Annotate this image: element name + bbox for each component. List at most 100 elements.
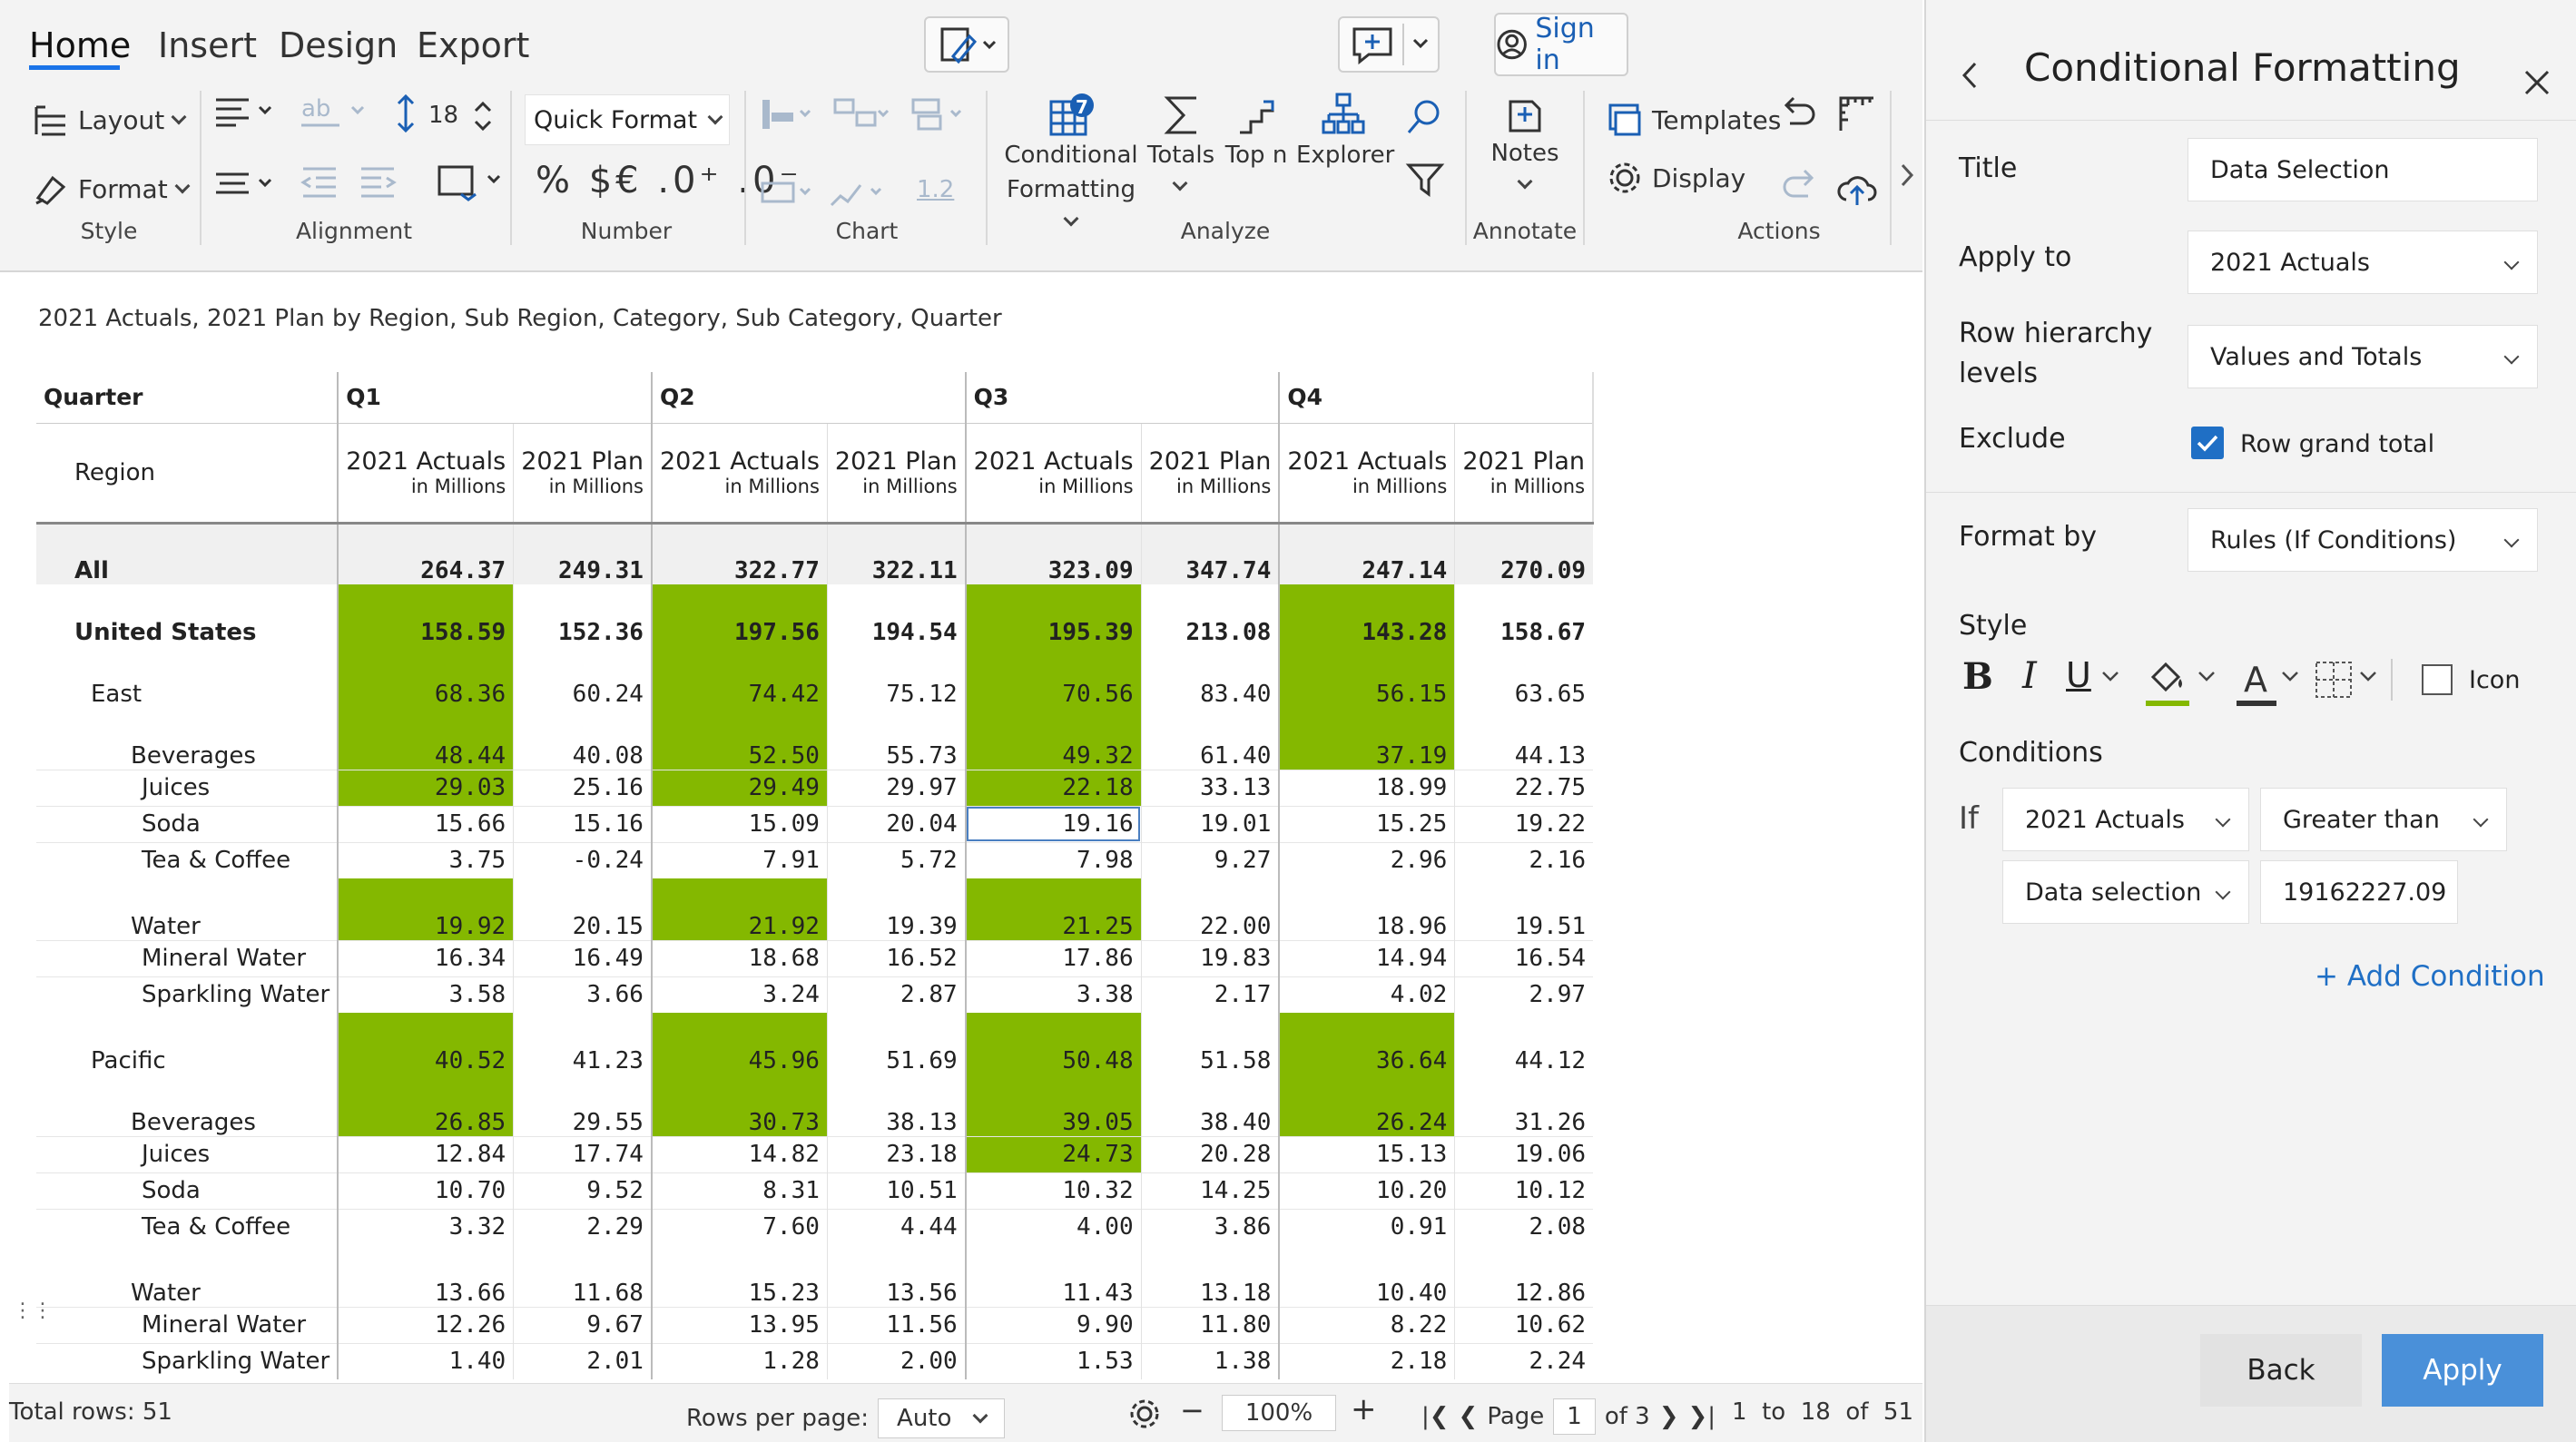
comment-button[interactable] [1338, 16, 1440, 73]
value-cell[interactable]: 39.05 [964, 1074, 1142, 1136]
search-icon[interactable] [1405, 96, 1445, 136]
value-cell[interactable]: 60.24 [513, 646, 652, 708]
row-label[interactable]: Tea & Coffee [36, 1209, 338, 1245]
zoom-out-button[interactable]: − [1180, 1393, 1204, 1427]
value-cell[interactable]: 29.97 [826, 770, 966, 806]
sparkline-icons[interactable] [759, 172, 904, 212]
value-cell[interactable]: 19.39 [826, 878, 966, 940]
value-cell[interactable]: 249.31 [513, 523, 652, 584]
exclude-checkbox[interactable] [2191, 427, 2224, 459]
value-cell[interactable]: 4.02 [1278, 976, 1455, 1013]
value-cell[interactable]: -0.24 [513, 842, 652, 878]
measure-actual-header[interactable]: 2021 Actuals in Millions [337, 423, 514, 523]
value-cell[interactable]: 152.36 [513, 584, 652, 646]
value-cell[interactable]: 1.40 [337, 1343, 514, 1379]
value-cell[interactable]: 14.82 [650, 1136, 828, 1172]
chart-type-icons[interactable] [759, 94, 977, 134]
page-input[interactable]: 1 [1553, 1398, 1596, 1435]
value-cell[interactable]: 14.94 [1278, 940, 1455, 976]
edit-mode-button[interactable] [924, 16, 1009, 73]
font-size-value[interactable]: 18 [428, 102, 458, 129]
value-cell[interactable]: 2.08 [1454, 1209, 1594, 1245]
value-cell[interactable]: 44.12 [1454, 1013, 1594, 1074]
back-arrow-icon[interactable] [1961, 60, 1981, 91]
value-cell[interactable]: 51.69 [826, 1013, 966, 1074]
ruler-icon[interactable] [1837, 94, 1877, 134]
redo-icon[interactable] [1779, 167, 1819, 207]
last-page-icon[interactable]: ❯| [1688, 1403, 1716, 1430]
row-label[interactable]: Juices [36, 1136, 338, 1172]
row-label[interactable]: Sparkling Water [36, 976, 338, 1013]
value-cell[interactable]: 16.54 [1454, 940, 1594, 976]
value-cell[interactable]: 9.27 [1140, 842, 1280, 878]
row-label[interactable]: All [36, 523, 338, 584]
value-cell[interactable]: 48.44 [337, 708, 514, 770]
wrap-text-icon[interactable]: ab [300, 94, 372, 131]
value-cell[interactable]: 31.26 [1454, 1074, 1594, 1136]
value-cell[interactable]: 37.19 [1278, 708, 1455, 770]
value-cell[interactable]: 22.75 [1454, 770, 1594, 806]
value-cell[interactable]: 323.09 [964, 523, 1142, 584]
font-size-stepper-icon[interactable] [472, 96, 494, 136]
measure-plan-header[interactable]: 2021 Plan in Millions [826, 423, 966, 523]
value-cell[interactable]: 2.97 [1454, 976, 1594, 1013]
value-cell[interactable]: 3.32 [337, 1209, 514, 1245]
row-label[interactable]: Pacific [36, 1013, 338, 1074]
value-cell[interactable]: 19.51 [1454, 878, 1594, 940]
value-cell[interactable]: 26.85 [337, 1074, 514, 1136]
drag-handle-icon[interactable]: ⋮⋮ [13, 1300, 53, 1322]
display-button[interactable]: Display [1607, 160, 1745, 196]
value-cell[interactable]: 61.40 [1140, 708, 1280, 770]
indent-icon[interactable] [358, 163, 398, 203]
value-cell[interactable]: 158.59 [337, 584, 514, 646]
value-cell[interactable]: 3.75 [337, 842, 514, 878]
row-label[interactable]: Juices [36, 770, 338, 806]
value-cell[interactable]: 2.16 [1454, 842, 1594, 878]
notes-button[interactable]: Notes [1480, 91, 1570, 209]
value-cell[interactable]: 5.72 [826, 842, 966, 878]
value-cell[interactable]: 2.18 [1278, 1343, 1455, 1379]
conditional-formatting-button[interactable]: 7 Conditional Formatting [998, 91, 1144, 227]
value-cell[interactable]: 19.06 [1454, 1136, 1594, 1172]
condition-value-input[interactable]: 19162227.09 [2260, 860, 2458, 924]
row-label[interactable]: Soda [36, 806, 338, 842]
value-cell[interactable]: 3.24 [650, 976, 828, 1013]
value-cell[interactable]: 15.66 [337, 806, 514, 842]
value-cell[interactable]: 9.90 [964, 1307, 1142, 1343]
value-cell[interactable]: 56.15 [1278, 646, 1455, 708]
first-page-icon[interactable]: |❮ [1421, 1403, 1450, 1430]
value-cell[interactable]: 19.22 [1454, 806, 1594, 842]
value-cell[interactable]: 21.25 [964, 878, 1142, 940]
back-button[interactable]: Back [2200, 1334, 2362, 1407]
value-cell[interactable]: 4.44 [826, 1209, 966, 1245]
value-cell[interactable]: 19.83 [1140, 940, 1280, 976]
value-cell[interactable]: 247.14 [1278, 523, 1455, 584]
value-cell[interactable]: 322.77 [650, 523, 828, 584]
value-cell[interactable]: 18.68 [650, 940, 828, 976]
value-cell[interactable]: 10.32 [964, 1172, 1142, 1209]
value-cell[interactable]: 4.00 [964, 1209, 1142, 1245]
value-cell[interactable]: 38.40 [1140, 1074, 1280, 1136]
value-cell[interactable]: 2.29 [513, 1209, 652, 1245]
borders-dropdown-icon[interactable] [2358, 668, 2378, 686]
value-cell[interactable]: 17.86 [964, 940, 1142, 976]
value-cell[interactable]: 19.16 [964, 806, 1142, 842]
value-cell[interactable]: 20.15 [513, 878, 652, 940]
value-cell[interactable]: 13.95 [650, 1307, 828, 1343]
tab-design[interactable]: Design [279, 25, 398, 65]
apply-button[interactable]: Apply [2382, 1334, 2543, 1407]
value-cell[interactable]: 29.49 [650, 770, 828, 806]
underline-button[interactable]: U [2066, 655, 2091, 695]
value-cell[interactable]: 10.70 [337, 1172, 514, 1209]
value-cell[interactable]: 68.36 [337, 646, 514, 708]
value-cell[interactable]: 3.58 [337, 976, 514, 1013]
value-cell[interactable]: 3.38 [964, 976, 1142, 1013]
value-cell[interactable]: 40.08 [513, 708, 652, 770]
value-cell[interactable]: 52.50 [650, 708, 828, 770]
value-cell[interactable]: 44.13 [1454, 708, 1594, 770]
value-cell[interactable]: 9.67 [513, 1307, 652, 1343]
value-cell[interactable]: 23.18 [826, 1136, 966, 1172]
borders-icon[interactable] [434, 162, 506, 203]
explorer-button[interactable]: Explorer [1296, 91, 1394, 172]
ribbon-scroll-right-icon[interactable] [1897, 160, 1917, 191]
